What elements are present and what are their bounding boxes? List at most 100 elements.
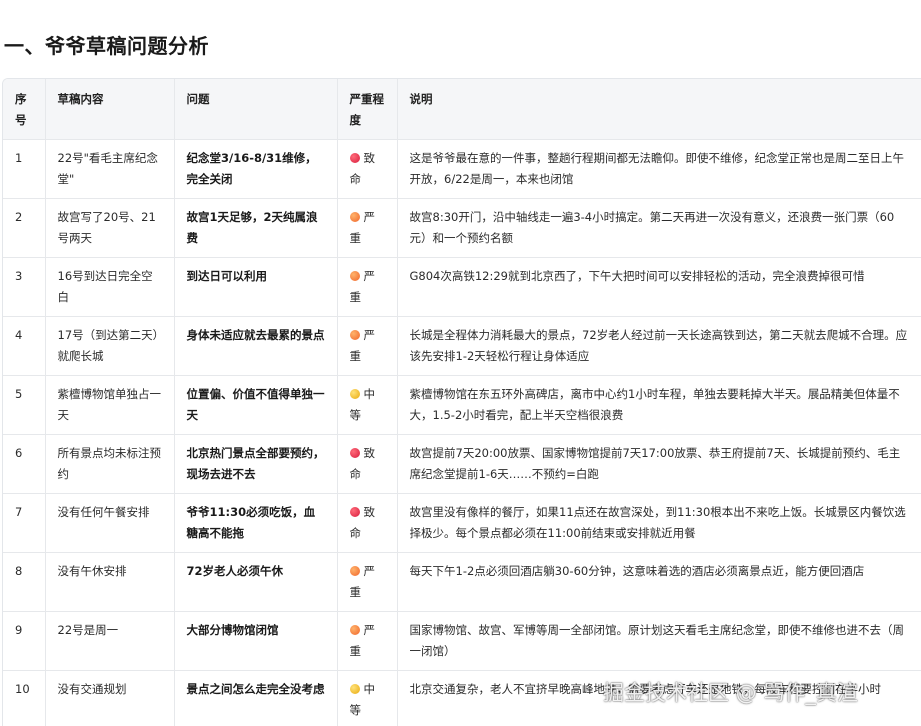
- cell-severity: 致命: [337, 434, 398, 494]
- cell-problem-text: 到达日可以利用: [186, 269, 268, 283]
- cell-index: 7: [3, 493, 46, 553]
- cell-index: 1: [3, 139, 46, 199]
- cell-draft-content: 所有景点均未标注预约: [45, 434, 175, 494]
- cell-problem-text: 纪念堂3/16-8/31维修，完全关闭: [186, 151, 317, 186]
- header-problem: 问题: [174, 79, 338, 140]
- cell-draft-content: 16号到达日完全空白: [45, 257, 175, 317]
- cell-note: G804次高铁12:29就到北京西了，下午大把时间可以安排轻松的活动，完全浪费掉…: [397, 257, 921, 317]
- cell-draft-content-text: 16号到达日完全空白: [57, 269, 153, 304]
- cell-draft-content-text: 22号"看毛主席纪念堂": [57, 151, 158, 186]
- cell-index: 10: [3, 670, 46, 726]
- cell-index: 8: [3, 552, 46, 612]
- cell-note-text: G804次高铁12:29就到北京西了，下午大把时间可以安排轻松的活动，完全浪费掉…: [409, 269, 865, 283]
- cell-severity: 中等: [337, 670, 398, 726]
- cell-draft-content: 没有交通规划: [45, 670, 175, 726]
- cell-index-text: 3: [15, 269, 23, 283]
- table-row: 8 没有午休安排 72岁老人必须午休 严重 每天下午1-2点必须回酒店躺30-60分钟，…: [3, 552, 921, 612]
- cell-index-text: 10: [15, 682, 30, 696]
- severity-dot-icon: [349, 566, 360, 576]
- cell-note-text: 每天下午1-2点必须回酒店躺30-60分钟，这意味着选的酒店必须离景点近，能方便…: [409, 564, 865, 578]
- cell-severity: 致命: [337, 493, 398, 553]
- cell-problem-text: 北京热门景点全部要预约，现场去进不去: [186, 446, 325, 481]
- cell-problem-text: 大部分博物馆闭馆: [186, 623, 279, 637]
- cell-note-text: 这是爷爷最在意的一件事，整趟行程期间都无法瞻仰。即使不维修，纪念堂正常也是周二至…: [409, 151, 905, 186]
- cell-index-text: 1: [15, 151, 23, 165]
- page-title: 一、爷爷草稿问题分析: [4, 34, 209, 58]
- cell-draft-content: 22号"看毛主席纪念堂": [45, 139, 175, 199]
- table-row: 7 没有任何午餐安排 爷爷11:30必须吃饭，血糖高不能拖 致命 故宫里没有像样的餐厅，…: [3, 493, 921, 553]
- cell-note-text: 故宫提前7天20:00放票、国家博物馆提前7天17:00放票、恭王府提前7天、长…: [409, 446, 901, 481]
- cell-severity: 中等: [337, 375, 398, 435]
- table-row: 3 16号到达日完全空白 到达日可以利用 严重 G804次高铁12:29就到北京西了，下…: [3, 257, 921, 317]
- cell-problem: 故宫1天足够，2天纯属浪费: [174, 198, 338, 258]
- severity-dot-icon: [349, 271, 360, 281]
- cell-severity: 严重: [337, 257, 398, 317]
- cell-draft-content-text: 故宫写了20号、21号两天: [57, 210, 156, 245]
- cell-note-text: 紫檀博物馆在东五环外高碑店，离市中心约1小时车程，单独去要耗掉大半天。展品精美但…: [409, 387, 900, 422]
- header-severity: 严重程度: [337, 79, 398, 140]
- cell-draft-content-text: 没有交通规划: [57, 682, 127, 696]
- severity-dot-icon: [349, 153, 360, 163]
- cell-index: 4: [3, 316, 46, 376]
- table-row: 6 所有景点均未标注预约 北京热门景点全部要预约，现场去进不去 致命 故宫提前7天20:…: [3, 434, 921, 494]
- cell-problem-text: 景点之间怎么走完全没考虑: [186, 682, 325, 696]
- severity-dot-icon: [349, 448, 360, 458]
- cell-draft-content-text: 22号是周一: [57, 623, 119, 637]
- header-index: 序号: [3, 79, 46, 140]
- table-body: 1 22号"看毛主席纪念堂" 纪念堂3/16-8/31维修，完全关闭 致命 这是爷爷最在…: [3, 139, 921, 726]
- table-row: 9 22号是周一 大部分博物馆闭馆 严重 国家博物馆、故宫、军博等周一全部闭馆。原计划这…: [3, 611, 921, 671]
- cell-index: 6: [3, 434, 46, 494]
- severity-dot-icon: [349, 330, 360, 340]
- cell-severity: 致命: [337, 139, 398, 199]
- table-row: 2 故宫写了20号、21号两天 故宫1天足够，2天纯属浪费 严重 故宫8:30开门，沿中…: [3, 198, 921, 258]
- cell-draft-content-text: 没有任何午餐安排: [57, 505, 150, 519]
- cell-problem: 北京热门景点全部要预约，现场去进不去: [174, 434, 338, 494]
- cell-draft-content-text: 17号（到达第二天）就爬长城: [57, 328, 159, 363]
- cell-index: 9: [3, 611, 46, 671]
- cell-note-text: 故宫8:30开门，沿中轴线走一遍3-4小时搞定。第二天再进一次没有意义，还浪费一…: [409, 210, 895, 245]
- cell-problem-text: 位置偏、价值不值得单独一天: [186, 387, 325, 422]
- cell-note: 紫檀博物馆在东五环外高碑店，离市中心约1小时车程，单独去要耗掉大半天。展品精美但…: [397, 375, 921, 435]
- analysis-table-container: 序号 草稿内容 问题 严重程度 说明 1 22号"看毛主席纪念堂" 纪念堂3/16-…: [2, 78, 921, 726]
- cell-problem: 景点之间怎么走完全没考虑: [174, 670, 338, 726]
- cell-note: 国家博物馆、故宫、军博等周一全部闭馆。原计划这天看毛主席纪念堂，即使不维修也进不…: [397, 611, 921, 671]
- table-row: 5 紫檀博物馆单独占一天 位置偏、价值不值得单独一天 中等 紫檀博物馆在东五环外高碑店，…: [3, 375, 921, 435]
- table-row: 4 17号（到达第二天）就爬长城 身体未适应就去最累的景点 严重 长城是全程体力消耗最大…: [3, 316, 921, 376]
- cell-index: 2: [3, 198, 46, 258]
- analysis-table: 序号 草稿内容 问题 严重程度 说明 1 22号"看毛主席纪念堂" 纪念堂3/16-…: [3, 79, 921, 726]
- cell-severity: 严重: [337, 611, 398, 671]
- cell-problem: 位置偏、价值不值得单独一天: [174, 375, 338, 435]
- cell-index-text: 8: [15, 564, 23, 578]
- cell-note: 每天下午1-2点必须回酒店躺30-60分钟，这意味着选的酒店必须离景点近，能方便…: [397, 552, 921, 612]
- severity-dot-icon: [349, 684, 360, 694]
- cell-problem-text: 72岁老人必须午休: [186, 564, 284, 578]
- cell-draft-content: 故宫写了20号、21号两天: [45, 198, 175, 258]
- cell-index-text: 6: [15, 446, 23, 460]
- watermark: 掘金技术社区 @ 骂作_真渲: [603, 681, 858, 705]
- cell-note-text: 国家博物馆、故宫、军博等周一全部闭馆。原计划这天看毛主席纪念堂，即使不维修也进不…: [409, 623, 905, 658]
- cell-index: 5: [3, 375, 46, 435]
- severity-dot-icon: [349, 625, 360, 635]
- cell-severity: 严重: [337, 552, 398, 612]
- header-note: 说明: [397, 79, 921, 140]
- header-draft-content: 草稿内容: [45, 79, 175, 140]
- cell-note-text: 故宫里没有像样的餐厅，如果11点还在故宫深处，到11:30根本出不来吃上饭。长城…: [409, 505, 906, 540]
- cell-note: 故宫里没有像样的餐厅，如果11点还在故宫深处，到11:30根本出不来吃上饭。长城…: [397, 493, 921, 553]
- cell-problem-text: 爷爷11:30必须吃饭，血糖高不能拖: [186, 505, 316, 540]
- cell-severity: 严重: [337, 316, 398, 376]
- cell-problem: 爷爷11:30必须吃饭，血糖高不能拖: [174, 493, 338, 553]
- cell-note-text: 长城是全程体力消耗最大的景点，72岁老人经过前一天长途高铁到达，第二天就去爬城不…: [409, 328, 908, 363]
- table-row: 1 22号"看毛主席纪念堂" 纪念堂3/16-8/31维修，完全关闭 致命 这是爷爷最在…: [3, 139, 921, 199]
- cell-note: 这是爷爷最在意的一件事，整趟行程期间都无法瞻仰。即使不维修，纪念堂正常也是周二至…: [397, 139, 921, 199]
- cell-index: 3: [3, 257, 46, 317]
- cell-problem: 纪念堂3/16-8/31维修，完全关闭: [174, 139, 338, 199]
- cell-problem: 到达日可以利用: [174, 257, 338, 317]
- severity-dot-icon: [349, 212, 360, 222]
- severity-dot-icon: [349, 507, 360, 517]
- cell-problem: 72岁老人必须午休: [174, 552, 338, 612]
- cell-note: 故宫提前7天20:00放票、国家博物馆提前7天17:00放票、恭王府提前7天、长…: [397, 434, 921, 494]
- cell-problem: 身体未适应就去最累的景点: [174, 316, 338, 376]
- table-header-row: 序号 草稿内容 问题 严重程度 说明: [3, 79, 921, 140]
- cell-index-text: 9: [15, 623, 23, 637]
- cell-severity: 严重: [337, 198, 398, 258]
